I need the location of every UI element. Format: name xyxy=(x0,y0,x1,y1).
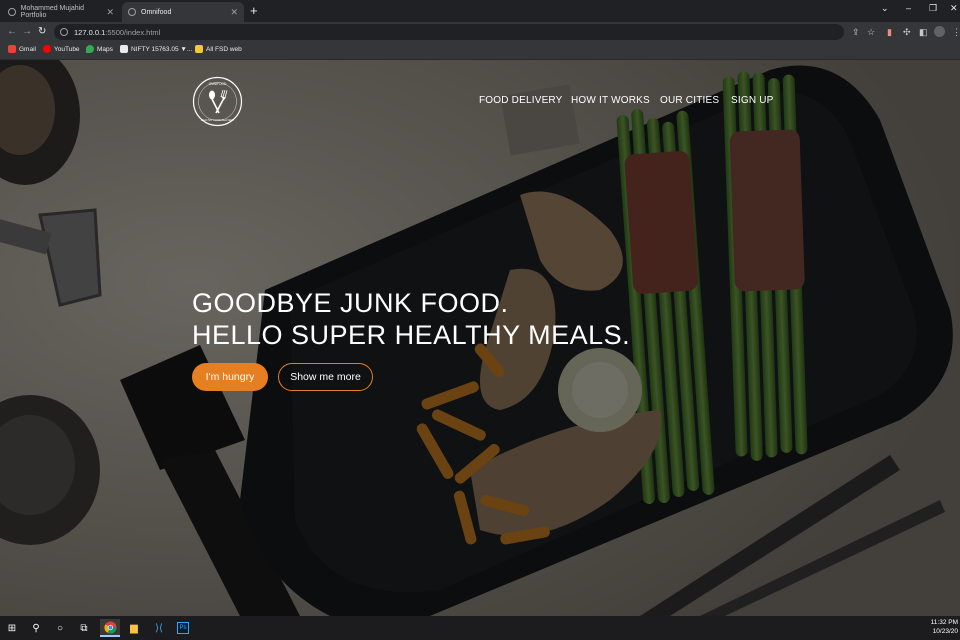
bookmark-youtube[interactable]: YouTube xyxy=(43,45,80,53)
cortana-icon[interactable]: ○ xyxy=(50,619,70,637)
nav-sign-up[interactable]: SIGN UP xyxy=(731,95,774,106)
file-explorer-icon[interactable]: ▆ xyxy=(124,619,144,637)
close-window-icon[interactable]: ✕ xyxy=(950,3,958,14)
hero-headline: GOODBYE JUNK FOOD. HELLO SUPER HEALTHY M… xyxy=(192,287,630,351)
bookmark-maps[interactable]: Maps xyxy=(86,45,113,53)
bookmarks-bar: Gmail YouTube Maps NIFTY 15763.05 ▼... A… xyxy=(0,42,960,60)
windows-icon[interactable]: ⊞ xyxy=(2,619,22,637)
bookmark-label: NIFTY 15763.05 ▼... xyxy=(131,45,193,53)
globe-icon xyxy=(128,8,136,16)
im-hungry-button[interactable]: I'm hungry xyxy=(192,363,268,391)
browser-toolbar: ← → ↻ 127.0.0.1 :5500/index.html ⇪ ☆ ▮ ✣… xyxy=(0,22,960,42)
photoshop-icon[interactable]: Ps xyxy=(173,619,193,637)
new-tab-button[interactable]: + xyxy=(250,3,258,19)
minimize-icon[interactable]: – xyxy=(906,3,911,13)
reload-icon[interactable]: ↻ xyxy=(38,25,46,39)
omnifood-logo[interactable]: OMNIFOOD HEALTHY FOOD DELIVERY xyxy=(192,76,243,127)
address-bar[interactable]: 127.0.0.1 :5500/index.html xyxy=(54,24,844,40)
logo-text-bottom: HEALTHY FOOD DELIVERY xyxy=(201,118,235,122)
bookmark-label: Maps xyxy=(97,45,113,53)
tab-portfolio[interactable]: Mohammed Mujahid Portfolio ✕ xyxy=(2,2,120,22)
ps-badge: Ps xyxy=(177,622,189,634)
windows-taskbar: ⊞ ⚲ ○ ⧉ ▆ ⟩⟨ Ps 11:32 PM 10/23/20 xyxy=(0,616,960,640)
puzzle-icon[interactable]: ✣ xyxy=(903,26,911,38)
show-me-more-button[interactable]: Show me more xyxy=(278,363,373,391)
headline-line-1: GOODBYE JUNK FOOD. xyxy=(192,288,509,318)
tab-omnifood[interactable]: Omnifood ✕ xyxy=(122,2,244,22)
tab-search-icon[interactable]: ⌄ xyxy=(881,3,889,14)
side-panel-icon[interactable]: ◧ xyxy=(919,26,928,38)
folder-icon xyxy=(195,45,203,53)
tab-strip: Mohammed Mujahid Portfolio ✕ Omnifood ✕ … xyxy=(0,0,960,22)
headline-line-2: HELLO SUPER HEALTHY MEALS. xyxy=(192,320,631,350)
nav-our-cities[interactable]: OUR CITIES xyxy=(660,95,719,106)
bookmark-nifty[interactable]: NIFTY 15763.05 ▼... xyxy=(120,45,192,53)
share-icon[interactable]: ⇪ xyxy=(852,26,860,38)
url-path: :5500/index.html xyxy=(105,27,161,37)
site-info-icon[interactable] xyxy=(60,28,68,36)
tradingview-icon xyxy=(120,45,128,53)
close-tab-icon[interactable]: ✕ xyxy=(106,7,114,18)
chrome-icon[interactable] xyxy=(100,619,120,637)
nav-food-delivery[interactable]: FOOD DELIVERY xyxy=(479,95,563,106)
bookmark-label: Gmail xyxy=(19,45,36,53)
clock-time: 11:32 PM xyxy=(930,619,958,626)
globe-icon xyxy=(8,8,16,16)
url-host: 127.0.0.1 xyxy=(74,27,106,37)
profile-avatar-icon[interactable] xyxy=(934,26,945,37)
nav-how-it-works[interactable]: HOW IT WORKS xyxy=(571,95,650,106)
bookmark-label: All FSD web xyxy=(206,45,242,53)
tab-title: Omnifood xyxy=(141,8,172,16)
close-tab-icon[interactable]: ✕ xyxy=(230,7,238,18)
task-view-icon[interactable]: ⧉ xyxy=(74,619,94,637)
vscode-icon[interactable]: ⟩⟨ xyxy=(149,619,169,637)
tab-title: Mohammed Mujahid Portfolio xyxy=(20,5,85,19)
bookmark-folder-fsd[interactable]: All FSD web xyxy=(195,45,242,53)
bookmark-star-icon[interactable]: ☆ xyxy=(867,26,875,38)
forward-icon[interactable]: → xyxy=(22,25,32,39)
maps-icon xyxy=(86,45,94,53)
bookmark-gmail[interactable]: Gmail xyxy=(8,45,36,53)
restore-icon[interactable]: ❐ xyxy=(929,3,937,14)
system-clock[interactable]: 11:32 PM 10/23/20 xyxy=(931,618,958,636)
search-icon[interactable]: ⚲ xyxy=(26,619,46,637)
chrome-logo-icon xyxy=(103,620,117,634)
hero-section: OMNIFOOD HEALTHY FOOD DELIVERY FOOD DELI… xyxy=(0,60,960,616)
bookmark-label: YouTube xyxy=(54,45,80,53)
extension-icon[interactable]: ▮ xyxy=(887,26,892,38)
logo-text-top: OMNIFOOD xyxy=(209,82,227,86)
menu-icon[interactable]: ⋮ xyxy=(952,26,960,38)
clock-date: 10/23/20 xyxy=(932,628,958,635)
youtube-icon xyxy=(43,45,51,53)
back-icon[interactable]: ← xyxy=(7,25,17,39)
gmail-icon xyxy=(8,45,16,53)
